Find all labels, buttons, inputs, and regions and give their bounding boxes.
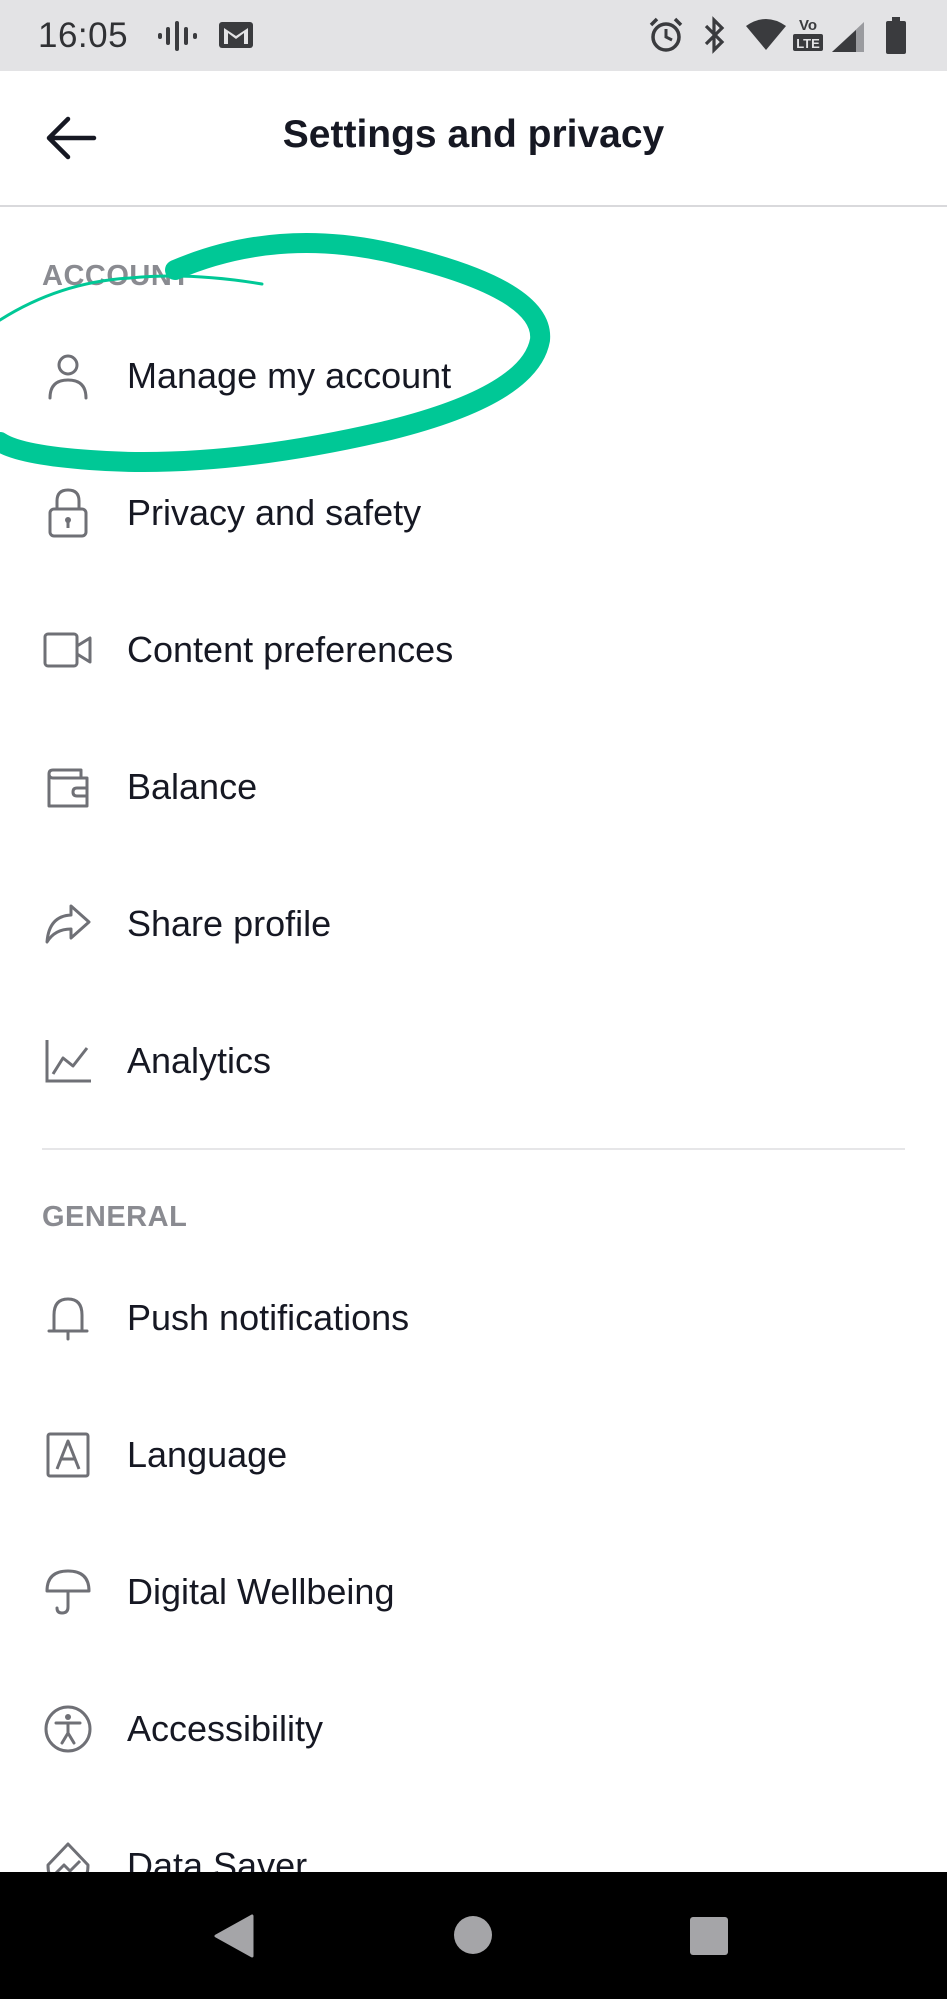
settings-row-accessibility[interactable]: Accessibility [0, 1660, 947, 1797]
home-circle-icon[interactable] [453, 1915, 493, 1960]
row-label: Language [127, 1433, 288, 1475]
row-label: Balance [127, 765, 258, 807]
signal-icon [830, 20, 866, 59]
settings-row-analytics[interactable]: Analytics [0, 992, 947, 1129]
status-bar: 16:05 Vo LTE [0, 0, 947, 71]
row-label: Privacy and safety [127, 491, 422, 533]
gmail-icon [218, 20, 254, 55]
settings-row-share-profile[interactable]: Share profile [0, 855, 947, 992]
row-label: Analytics [127, 1039, 272, 1081]
section-divider [42, 1148, 905, 1150]
share-arrow-icon [40, 896, 96, 952]
back-triangle-icon[interactable] [212, 1914, 254, 1963]
row-label: Accessibility [127, 1707, 324, 1749]
person-icon [40, 348, 96, 404]
top-bar: Settings and privacy [0, 71, 947, 207]
recents-square-icon[interactable] [689, 1916, 729, 1961]
line-chart-icon [40, 1033, 96, 1089]
volte-icon: Vo LTE [790, 14, 826, 59]
settings-row-digital-wellbeing[interactable]: Digital Wellbeing [0, 1523, 947, 1660]
alarm-icon [647, 16, 685, 59]
page-title: Settings and privacy [282, 113, 665, 156]
svg-text:Vo: Vo [799, 17, 817, 34]
video-camera-icon [40, 622, 96, 678]
row-label: Content preferences [127, 628, 454, 670]
settings-row-privacy[interactable]: Privacy and safety [0, 444, 947, 581]
battery-icon [884, 16, 908, 61]
row-label: Push notifications [127, 1296, 410, 1338]
settings-row-push-notifications[interactable]: Push notifications [0, 1249, 947, 1386]
section-header-account: ACCOUNT [42, 260, 191, 292]
wifi-icon [744, 18, 788, 57]
lock-icon [40, 485, 96, 541]
section-header-general: GENERAL [42, 1201, 188, 1233]
settings-row-language[interactable]: Language [0, 1386, 947, 1523]
system-nav-bar [0, 1872, 947, 1999]
wallet-icon [40, 759, 96, 815]
bell-icon [40, 1290, 96, 1346]
status-time: 16:05 [38, 16, 129, 55]
settings-row-balance[interactable]: Balance [0, 718, 947, 855]
settings-row-manage-account[interactable]: Manage my account [0, 307, 947, 444]
row-label: Digital Wellbeing [127, 1570, 395, 1612]
umbrella-icon [40, 1564, 96, 1620]
bluetooth-icon [700, 16, 728, 59]
row-label: Share profile [127, 902, 332, 944]
podcast-icon [156, 18, 200, 59]
accessibility-icon [40, 1701, 96, 1757]
svg-text:LTE: LTE [796, 36, 820, 51]
row-label: Manage my account [127, 354, 452, 396]
settings-row-content-preferences[interactable]: Content preferences [0, 581, 947, 718]
language-a-icon [40, 1427, 96, 1483]
